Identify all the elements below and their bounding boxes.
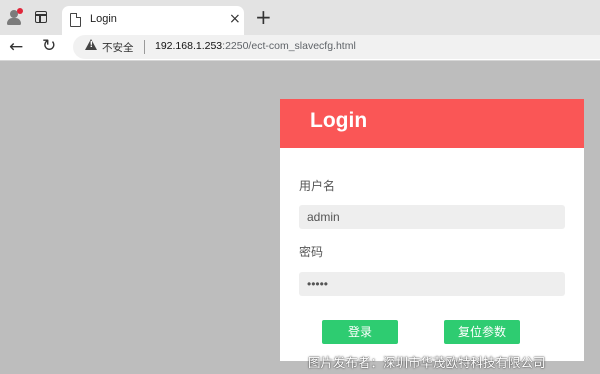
security-label[interactable]: 不安全 (102, 40, 134, 55)
divider (144, 40, 145, 54)
close-tab-icon[interactable]: × (229, 11, 241, 27)
page-icon (70, 12, 82, 27)
login-button[interactable]: 登录 (322, 320, 398, 344)
reload-icon[interactable]: ↻ (42, 36, 56, 57)
browser-tab[interactable]: Login × (62, 6, 244, 35)
warning-icon[interactable] (85, 39, 97, 50)
new-tab-button[interactable]: + (255, 5, 272, 29)
tab-title: Login (90, 13, 117, 25)
login-title: Login (310, 109, 368, 132)
address-bar[interactable]: 不安全 192.168.1.253:2250/ect-com_slavecfg.… (73, 35, 600, 59)
watermark: 图片发布者：深圳市华茂欧特科技有限公司 (308, 355, 546, 370)
back-arrow-icon[interactable]: ← (9, 37, 23, 57)
tab-strip: Login × + (0, 0, 600, 35)
url-text[interactable]: 192.168.1.253:2250/ect-com_slavecfg.html (155, 40, 356, 52)
username-label: 用户名 (299, 179, 336, 193)
tab-actions-icon[interactable] (35, 11, 47, 23)
password-label: 密码 (299, 245, 324, 259)
password-input[interactable] (299, 272, 565, 296)
login-header: Login (280, 99, 584, 148)
username-input[interactable] (299, 205, 565, 229)
reset-parameters-button[interactable]: 复位参数 (444, 320, 520, 344)
profile-icon[interactable] (6, 8, 23, 25)
login-card: Login 用户名 密码 登录 复位参数 (280, 99, 584, 361)
browser-toolbar: ← ↻ 不安全 192.168.1.253:2250/ect-com_slave… (0, 35, 600, 61)
